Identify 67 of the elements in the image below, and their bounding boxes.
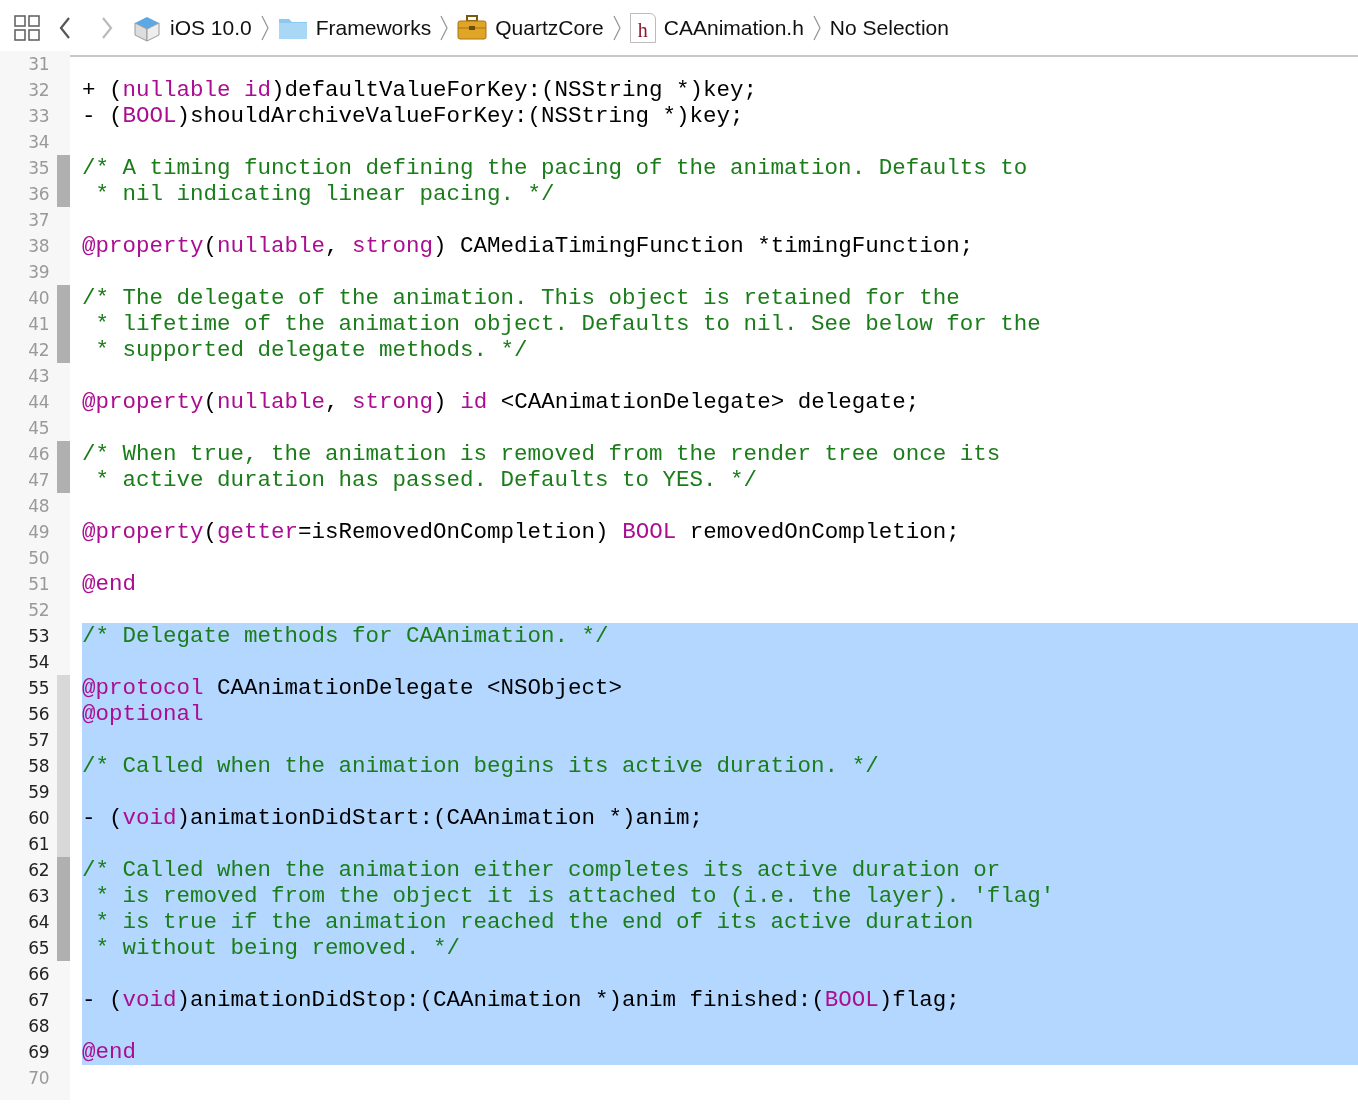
line-number: 55 [27,677,50,700]
line-number: 61 [27,833,50,856]
line-number: 59 [27,781,50,804]
toolbox-icon [457,12,488,43]
line-number: 31 [27,53,50,76]
grid-icon[interactable] [14,14,40,41]
line-number: 35 [27,157,50,180]
line-number: 33 [27,105,50,128]
code-line: /* The delegate of the animation. This object is retained for the [82,285,961,311]
code-line: * nil indicating linear pacing. */ [94,181,556,207]
breadcrumb-item[interactable]: Frameworks [315,11,432,44]
line-number: 67 [27,989,50,1012]
line-number: 58 [27,755,50,778]
code-line: @property(nullable, strong) id <CAAnimationDelegate> delegate; [82,389,921,415]
breadcrumb-item[interactable]: CAAnimation.h [663,11,804,44]
line-number: 47 [27,469,50,492]
line-number: 45 [27,417,50,440]
line-number: 64 [27,911,50,934]
line-number: 70 [27,1067,50,1090]
back-icon [58,15,72,40]
code-line: @property(nullable, strong) CAMediaTimingFunction *timingFunction; [82,233,975,259]
line-number: 52 [27,599,50,622]
line-number: 69 [27,1041,50,1064]
breadcrumb-item[interactable]: No Selection [829,11,949,44]
line-number: 43 [27,365,50,388]
line-number: 68 [27,1015,50,1038]
code-line: - (BOOL)shouldArchiveValueForKey:(NSString *)key; [82,103,745,129]
line-number: 38 [27,235,50,258]
chevron-icon [611,13,622,42]
line-number: 32 [27,79,50,102]
line-number: 46 [27,443,50,466]
code-line: * supported delegate methods. */ [94,337,529,363]
line-number: 53 [27,625,50,648]
line-number: 42 [27,339,50,362]
breadcrumb-item[interactable]: QuartzCore [495,11,604,44]
line-number: 49 [27,521,50,544]
line-number: 57 [27,729,50,752]
code-line: + (nullable id)defaultValueForKey:(NSString *)key; [82,77,759,103]
forward-icon [100,15,114,40]
line-number: 37 [27,209,50,232]
line-number: 48 [27,495,50,518]
line-number: 41 [27,313,50,336]
line-number: 39 [27,261,50,284]
code-line: @property(getter=isRemovedOnCompletion) BOOL removedOnCompletion; [82,519,961,545]
line-number: 44 [27,391,50,414]
line-number: 60 [27,807,50,830]
line-number: 34 [27,131,50,154]
line-number: 40 [27,287,50,310]
line-number: 56 [27,703,50,726]
line-number: 62 [27,859,50,882]
code-line: * active duration has passed. Defaults to YES. */ [94,467,759,493]
code-line: /* A timing function defining the pacing of the animation. Defaults to [82,155,1029,181]
line-number: 54 [27,651,50,674]
line-number: 63 [27,885,50,908]
breadcrumb-item[interactable]: iOS 10.0 [170,11,252,44]
line-number: 50 [27,547,50,570]
code-line: @end [82,571,137,597]
chevron-icon [439,13,450,42]
chevron-icon [259,13,270,42]
code-line: * lifetime of the animation object. Defaults to nil. See below for the [94,311,1042,337]
code-line: /* When true, the animation is removed from the render tree once its [82,441,1002,467]
line-number: 36 [27,183,50,206]
chevron-icon [811,13,822,42]
line-number: 65 [27,937,50,960]
line-number: 51 [27,573,50,596]
line-number: 66 [27,963,50,986]
header-file-icon: h [629,12,656,43]
